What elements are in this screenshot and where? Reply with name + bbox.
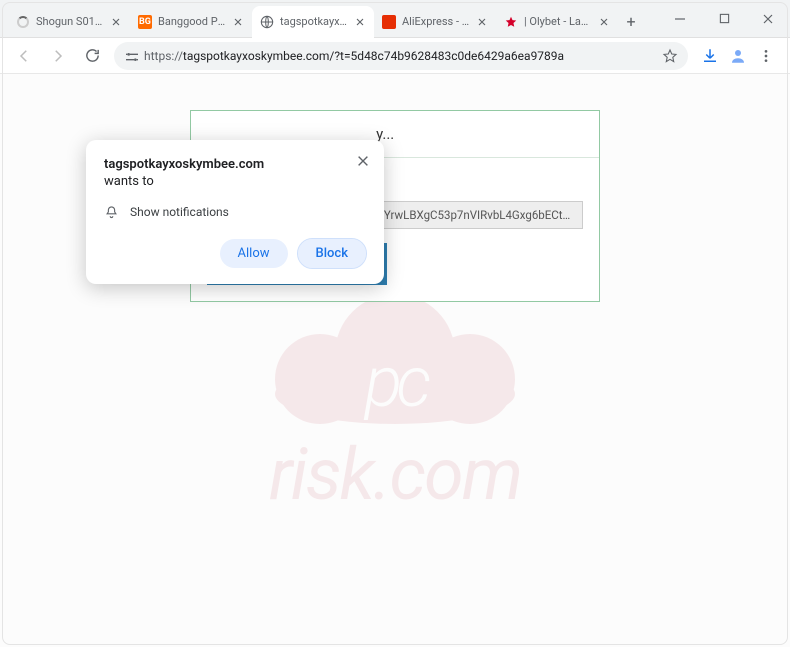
tab-label: AliExpress - Online bbox=[402, 15, 470, 28]
close-icon[interactable] bbox=[356, 154, 370, 168]
cloud-icon: pc bbox=[275, 284, 515, 424]
omnibox[interactable]: https://tagspotkayxoskymbee.com/?t=5d48c… bbox=[114, 42, 688, 70]
block-button[interactable]: Block bbox=[298, 239, 366, 268]
aliexpress-icon bbox=[382, 15, 396, 29]
star-icon bbox=[504, 15, 518, 29]
tab-strip: Shogun S01E01.mj BG Banggood Русски tags… bbox=[8, 6, 658, 38]
maximize-button[interactable] bbox=[702, 4, 746, 34]
tab-1[interactable]: Shogun S01E01.mj bbox=[8, 6, 130, 38]
tab-label: | Olybet - Lažybos bbox=[524, 15, 592, 28]
tab-label: Shogun S01E01.mj bbox=[36, 15, 104, 28]
tab-label: tagspotkayxoskym bbox=[280, 15, 348, 28]
browser-titlebar: Shogun S01E01.mj BG Banggood Русски tags… bbox=[0, 0, 790, 38]
tab-label: Banggood Русски bbox=[158, 15, 226, 28]
tab-5[interactable]: | Olybet - Lažybos bbox=[496, 6, 618, 38]
back-button[interactable] bbox=[12, 44, 36, 68]
downloads-button[interactable] bbox=[698, 44, 722, 68]
close-icon[interactable] bbox=[598, 16, 610, 28]
permission-row: Show notifications bbox=[104, 205, 366, 219]
permission-label: Show notifications bbox=[130, 205, 229, 219]
notification-permission-popup: tagspotkayxoskymbee.com wants to Show no… bbox=[86, 140, 384, 284]
close-icon[interactable] bbox=[354, 16, 366, 28]
close-window-button[interactable] bbox=[746, 4, 790, 34]
forward-button[interactable] bbox=[46, 44, 70, 68]
toolbar-right bbox=[698, 44, 778, 68]
reload-button[interactable] bbox=[80, 44, 104, 68]
profile-button[interactable] bbox=[726, 44, 750, 68]
window-controls bbox=[658, 4, 790, 34]
spinner-icon bbox=[16, 15, 30, 29]
close-icon[interactable] bbox=[476, 16, 488, 28]
minimize-button[interactable] bbox=[658, 4, 702, 34]
allow-button[interactable]: Allow bbox=[220, 239, 288, 268]
close-icon[interactable] bbox=[110, 16, 122, 28]
address-bar: https://tagspotkayxoskymbee.com/?t=5d48c… bbox=[0, 38, 790, 74]
tab-2[interactable]: BG Banggood Русски bbox=[130, 6, 252, 38]
notification-domain: tagspotkayxoskymbee.com bbox=[104, 156, 366, 174]
watermark-text: risk.com bbox=[269, 432, 521, 517]
page-viewport: pc risk.com XXXXXXXXXXXXXXXXXXy... Lorem… bbox=[0, 74, 790, 647]
notification-wants-to: wants to bbox=[104, 174, 366, 189]
url-rest: tagspotkayxoskymbee.com/?t=5d48c74b96284… bbox=[183, 49, 564, 63]
menu-button[interactable] bbox=[754, 44, 778, 68]
url-text: https://tagspotkayxoskymbee.com/?t=5d48c… bbox=[144, 49, 656, 63]
bell-icon bbox=[104, 205, 118, 219]
new-tab-button[interactable]: + bbox=[618, 9, 644, 35]
close-icon[interactable] bbox=[232, 16, 244, 28]
tab-4[interactable]: AliExpress - Online bbox=[374, 6, 496, 38]
bookmark-star-icon[interactable] bbox=[662, 48, 678, 64]
site-settings-icon[interactable] bbox=[124, 49, 138, 63]
globe-icon bbox=[260, 15, 274, 29]
watermark-prefix: pc bbox=[275, 342, 515, 424]
banggood-icon: BG bbox=[138, 15, 152, 29]
notification-actions: Allow Block bbox=[104, 239, 366, 268]
url-protocol: https:// bbox=[144, 49, 183, 63]
tab-3-active[interactable]: tagspotkayxoskym bbox=[252, 6, 374, 38]
